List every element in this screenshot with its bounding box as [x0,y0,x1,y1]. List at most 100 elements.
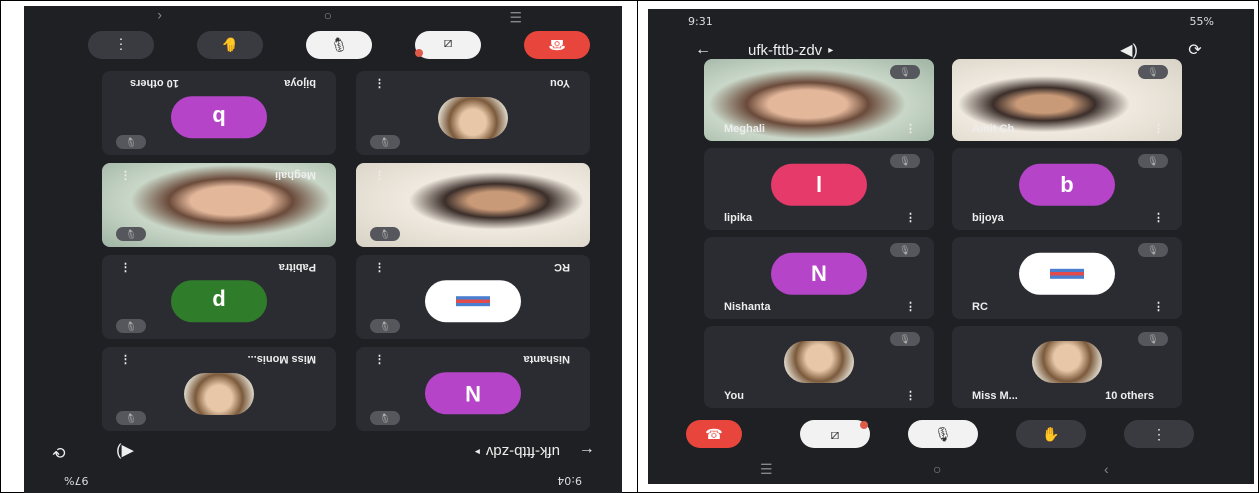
camera-off-icon[interactable]: ⧄ [415,31,481,59]
phone-hangup-icon[interactable]: ☎ [686,420,742,448]
switch-camera-icon[interactable]: ⟳ [46,441,72,463]
mic-off-icon: 🎙 [890,154,920,168]
avatar: p [171,280,267,323]
participant-tile[interactable]: 🎙 Amit Ch ⋮ [952,59,1182,141]
speaker-icon[interactable]: ◀) [1116,39,1142,61]
participant-name: Amit Ch [972,123,1015,135]
meeting-code[interactable]: ufk-fttb-zdv [486,444,560,461]
more-vert-icon[interactable]: ⋮ [1153,211,1164,224]
more-vert-icon[interactable]: ⋮ [1124,420,1194,448]
avatar [784,340,854,383]
status-time: 9:04 [557,474,582,488]
meeting-code[interactable]: ufk-fttb-zdv [748,42,822,59]
more-vert-icon[interactable]: ⋮ [120,353,131,366]
rotated-screen: 9:04 97% ← ufk-fttb-zdv ▸ ◀) ⟳ N 🎙 Nishant… [24,6,622,493]
phone-screenshot-right: 9:31 55% ← ufk-fttb-zdv ▸ ◀) ⟳ 🎙 Meghali ⋮… [648,9,1254,484]
status-bar: 9:31 55% [648,9,1254,33]
more-vert-icon[interactable]: ⋮ [120,169,131,182]
panel-divider [637,0,638,493]
flag-logo-icon [1050,268,1084,279]
participant-tile[interactable]: 🎙 Miss Monis... ⋮ [102,347,336,431]
home-icon[interactable]: ○ [933,461,941,477]
more-vert-icon[interactable]: ⋮ [905,211,916,224]
participant-name: RC [554,261,570,273]
more-vert-icon[interactable]: ⋮ [374,353,385,366]
others-count[interactable]: 10 others [130,77,179,89]
mic-off-icon[interactable]: 🎙 [908,420,978,448]
participant-tile[interactable]: 🎙 Meghali ⋮ [102,163,336,247]
mic-off-icon: 🎙 [370,227,400,241]
back-nav-icon[interactable]: ‹ [157,9,162,25]
recents-icon[interactable]: ☰ [760,461,773,478]
participant-name: bijoya [972,212,1004,224]
participant-name: You [550,77,570,89]
participant-name: You [724,390,744,402]
participant-tile[interactable]: 🎙 RC ⋮ [356,255,590,339]
participant-tile[interactable]: b 🎙 bijoya 10 others [102,71,336,155]
mic-off-icon: 🎙 [370,135,400,149]
participant-name: Meghali [724,123,765,135]
participant-tile[interactable]: 🎙 RC ⋮ [952,237,1182,319]
participant-name: bijoya [284,77,316,89]
more-vert-icon[interactable]: ⋮ [374,77,385,90]
hand-icon[interactable]: ✋ [197,31,263,59]
mic-off-icon: 🎙 [116,135,146,149]
participant-name: Miss M... [972,390,1018,402]
mic-off-icon[interactable]: 🎙 [306,31,372,59]
hand-icon[interactable]: ✋ [1016,420,1086,448]
call-controls: ☎ ⧄ 🎙 ✋ ⋮ [648,420,1254,460]
speaker-icon[interactable]: ◀) [112,441,138,463]
chevron-icon[interactable]: ▸ [475,447,480,458]
more-vert-icon[interactable]: ⋮ [905,122,916,135]
mic-off-icon: 🎙 [116,411,146,425]
more-vert-icon[interactable]: ⋮ [88,31,154,59]
participant-tile[interactable]: b 🎙 bijoya ⋮ [952,148,1182,230]
back-arrow-icon[interactable]: ← [574,441,600,463]
notification-dot [415,49,423,57]
more-vert-icon[interactable]: ⋮ [374,261,385,274]
avatar: N [425,372,521,415]
participant-tile[interactable]: N 🎙 Nishanta ⋮ [356,347,590,431]
switch-camera-icon[interactable]: ⟳ [1182,39,1208,61]
phone-screenshot-left: 9:04 97% ← ufk-fttb-zdv ▸ ◀) ⟳ N 🎙 Nishant… [24,6,622,493]
more-vert-icon[interactable]: ⋮ [374,169,385,182]
participant-tile[interactable]: l 🎙 lipika ⋮ [704,148,934,230]
participant-tile[interactable]: 🎙 You ⋮ [356,71,590,155]
chevron-icon[interactable]: ▸ [828,45,833,56]
avatar: l [771,163,867,206]
participant-tile[interactable]: 🎙 You ⋮ [704,326,934,408]
participant-tile[interactable]: p 🎙 Pabitra ⋮ [102,255,336,339]
mic-off-icon: 🎙 [370,319,400,333]
participant-name: Pabitra [278,261,316,273]
recents-icon[interactable]: ☰ [509,8,522,25]
mic-off-icon: 🎙 [1138,332,1168,346]
back-nav-icon[interactable]: ‹ [1104,461,1109,477]
mic-off-icon: 🎙 [890,332,920,346]
status-battery: 55% [1189,14,1214,28]
more-vert-icon[interactable]: ⋮ [1153,122,1164,135]
mic-off-icon: 🎙 [890,243,920,257]
back-arrow-icon[interactable]: ← [690,39,716,61]
flag-logo-icon [456,296,490,307]
mic-off-icon: 🎙 [1138,243,1168,257]
others-count[interactable]: 10 others [1105,390,1154,402]
participant-tile[interactable]: 🎙 Meghali ⋮ [704,59,934,141]
more-vert-icon[interactable]: ⋮ [905,389,916,402]
avatar: b [1019,163,1115,206]
more-vert-icon[interactable]: ⋮ [905,300,916,313]
avatar [1032,340,1102,383]
participant-tile[interactable]: 🎙 ⋮ [356,163,590,247]
more-vert-icon[interactable]: ⋮ [120,261,131,274]
mic-off-icon: 🎙 [116,227,146,241]
participant-tile[interactable]: 🎙 Miss M... 10 others [952,326,1182,408]
logo-avatar [425,280,521,323]
meeting-top-bar: ← ufk-fttb-zdv ▸ ◀) ⟳ [24,437,622,467]
participant-tile[interactable]: N 🎙 Nishanta ⋮ [704,237,934,319]
participant-name: Miss Monis... [247,353,316,365]
avatar [438,97,508,140]
phone-hangup-icon[interactable]: ☎ [524,31,590,59]
home-icon[interactable]: ○ [324,9,332,25]
participant-name: Nishanta [724,301,771,313]
status-bar: 9:04 97% [24,469,622,493]
more-vert-icon[interactable]: ⋮ [1153,300,1164,313]
